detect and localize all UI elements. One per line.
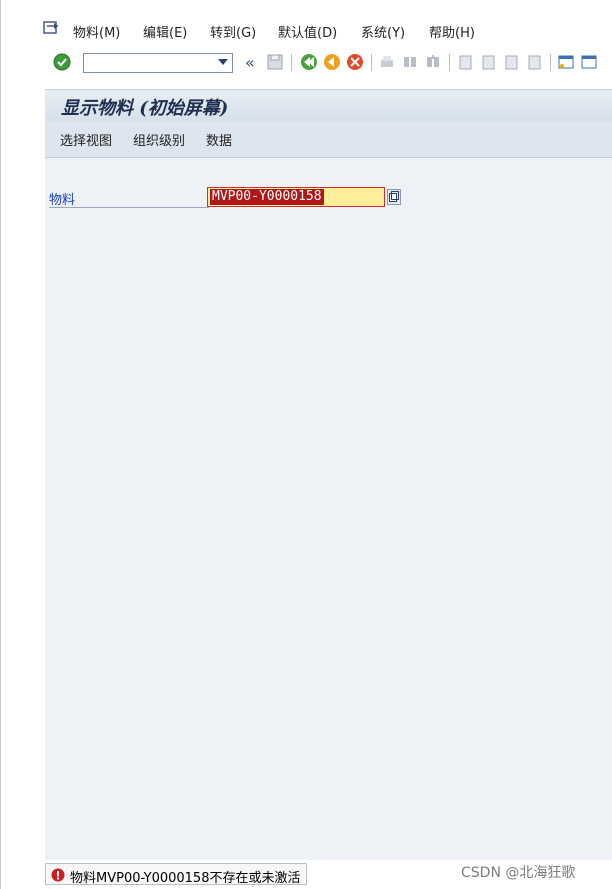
- back-icon[interactable]: [299, 52, 319, 72]
- toolbar-separator: [550, 54, 551, 71]
- menu-icon[interactable]: [43, 21, 59, 35]
- menu-system[interactable]: 系统(Y): [361, 22, 405, 41]
- last-page-icon[interactable]: [524, 52, 544, 72]
- material-label: 物料: [49, 193, 76, 208]
- main-content: 物料 MVP00-Y0000158: [45, 158, 612, 860]
- cancel-icon[interactable]: [345, 52, 365, 72]
- menu-help[interactable]: 帮助(H): [429, 22, 475, 41]
- create-session-icon[interactable]: [556, 52, 576, 72]
- value-help-button[interactable]: [387, 189, 401, 205]
- status-message-text: 物料MVP00-Y0000158不存在或未激活: [70, 871, 301, 886]
- application-toolbar: 选择视图 组织级别 数据: [45, 121, 612, 158]
- menu-defaults[interactable]: 默认值(D): [278, 22, 337, 41]
- toolbar-separator: [371, 54, 372, 71]
- page-title: 显示物料 (初始屏幕): [61, 98, 229, 119]
- select-views-button[interactable]: 选择视图: [60, 130, 112, 149]
- screen-title-bar: 显示物料 (初始屏幕): [45, 89, 612, 122]
- data-button[interactable]: 数据: [206, 130, 232, 149]
- error-icon: [51, 868, 65, 882]
- sap-window: 物料(M) 编辑(E) 转到(G) 默认值(D) 系统(Y) 帮助(H) « 显…: [0, 0, 612, 889]
- exit-icon[interactable]: [322, 52, 342, 72]
- toolbar-separator: [291, 54, 292, 71]
- material-input[interactable]: MVP00-Y0000158: [207, 187, 385, 207]
- save-icon[interactable]: [265, 52, 285, 72]
- material-input-value: MVP00-Y0000158: [210, 189, 324, 205]
- next-page-icon[interactable]: [501, 52, 521, 72]
- standard-toolbar: «: [1, 48, 612, 80]
- status-message[interactable]: 物料MVP00-Y0000158不存在或未激活: [45, 863, 307, 886]
- print-icon[interactable]: [377, 52, 397, 72]
- previous-page-icon[interactable]: [478, 52, 498, 72]
- find-icon[interactable]: [400, 52, 420, 72]
- shortcut-icon[interactable]: [579, 52, 599, 72]
- collapse-icon[interactable]: «: [245, 53, 255, 72]
- label-underline: [49, 207, 209, 208]
- first-page-icon[interactable]: [455, 52, 475, 72]
- menu-material[interactable]: 物料(M): [73, 22, 120, 41]
- toolbar-separator: [449, 54, 450, 71]
- menu-goto[interactable]: 转到(G): [210, 22, 256, 41]
- menu-edit[interactable]: 编辑(E): [143, 22, 187, 41]
- enter-icon[interactable]: [52, 52, 72, 72]
- chevron-down-icon[interactable]: [218, 59, 228, 65]
- menu-bar: 物料(M) 编辑(E) 转到(G) 默认值(D) 系统(Y) 帮助(H): [1, 12, 612, 48]
- org-levels-button[interactable]: 组织级别: [133, 130, 185, 149]
- value-help-icon: [389, 191, 399, 202]
- command-field[interactable]: [83, 53, 233, 73]
- find-next-icon[interactable]: [423, 52, 443, 72]
- watermark: CSDN @北海狂歌: [461, 865, 576, 881]
